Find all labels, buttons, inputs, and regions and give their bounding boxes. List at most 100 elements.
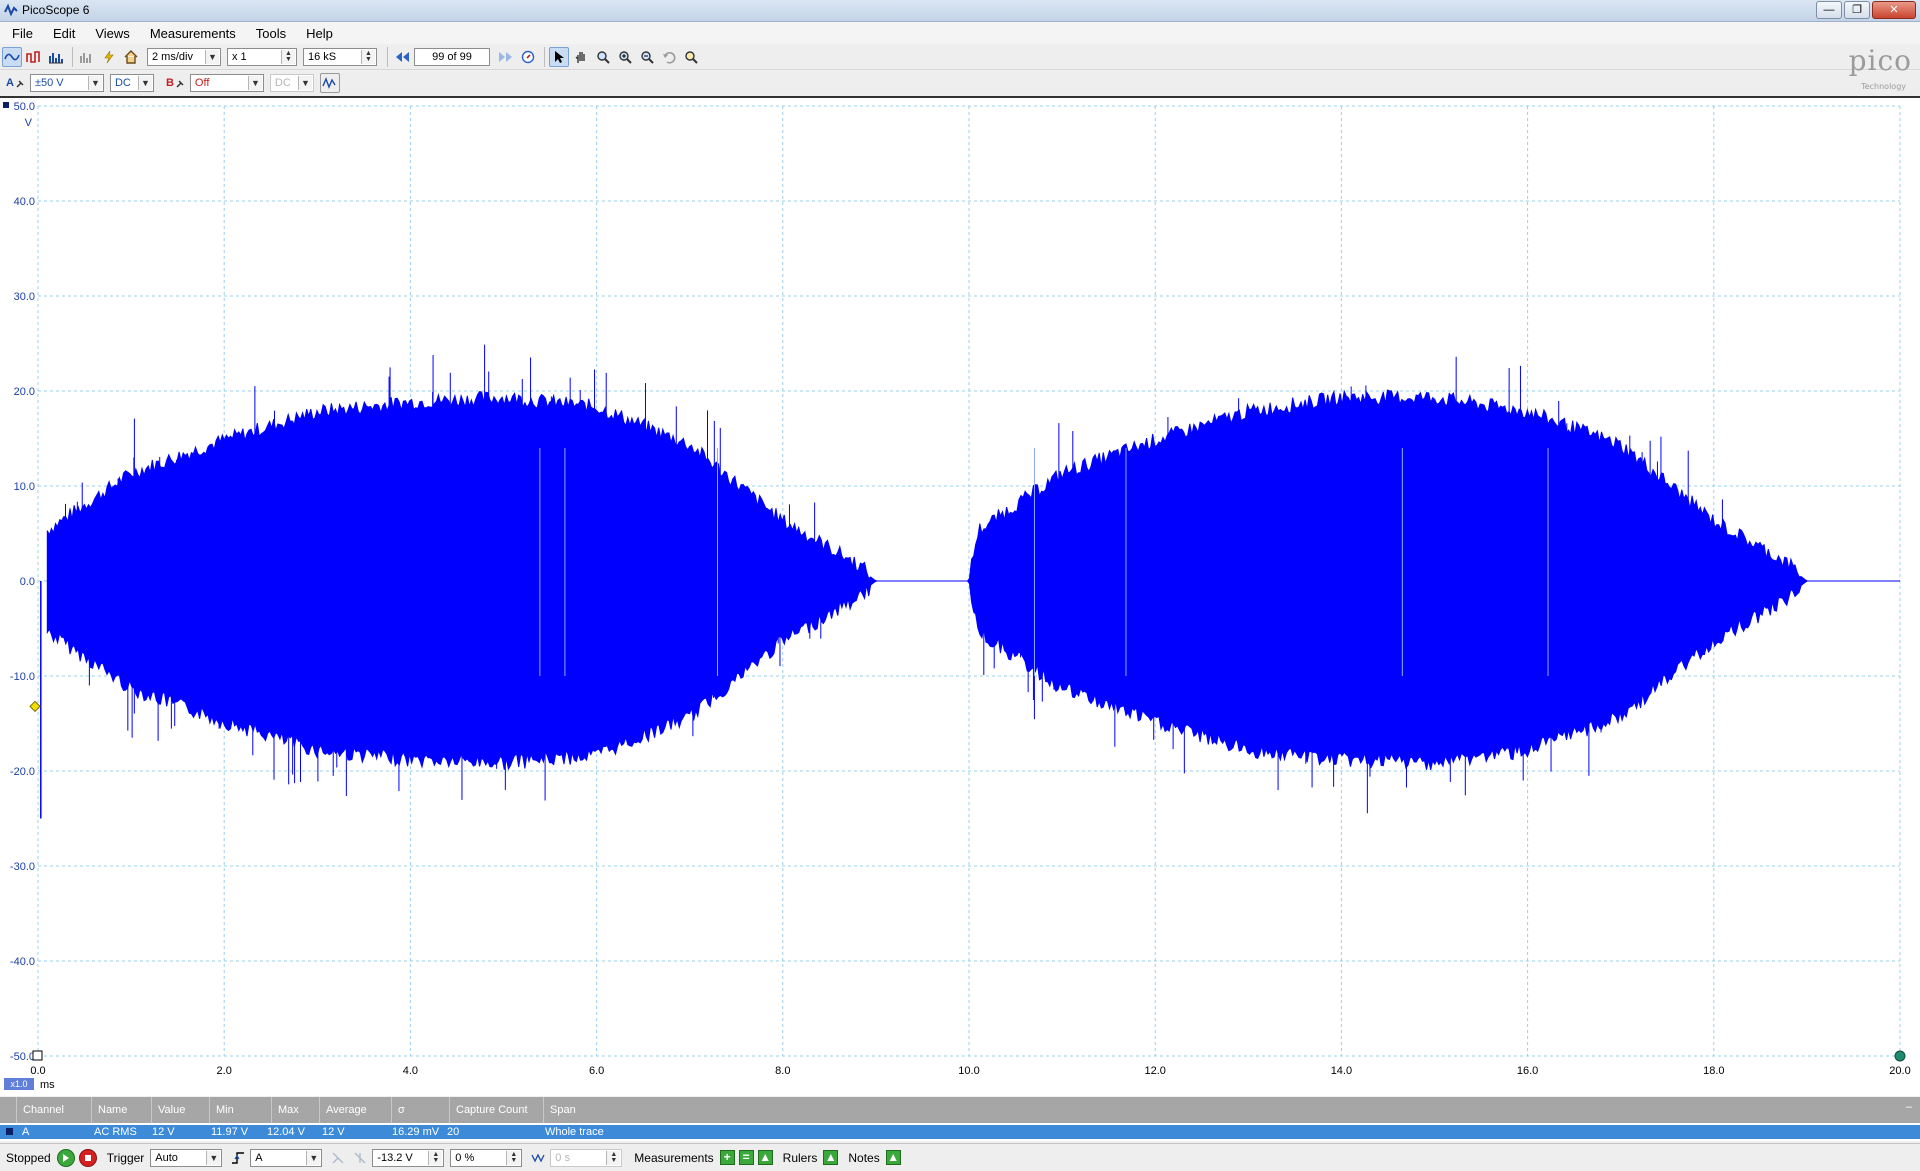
chevron-down-icon: ▼ <box>137 76 152 90</box>
table-row[interactable]: A AC RMS 12 V 11.97 V 12.04 V 12 V 16.29… <box>0 1125 1920 1139</box>
trigger-mode-select[interactable]: Auto ▼ <box>150 1148 223 1167</box>
spin-arrows-icon: ▲ ▼ <box>428 1150 443 1165</box>
pico-technology-logo: pico Technology <box>1818 44 1914 92</box>
trigger-level-value: -13.2 V <box>377 1151 413 1164</box>
channel-b-label[interactable]: B <box>166 77 174 89</box>
window-title: PicoScope 6 <box>22 3 90 17</box>
x-tick-label: 16.0 <box>1517 1065 1538 1077</box>
channel-a-options-icon[interactable] <box>16 78 26 88</box>
y-tick-label: 0.0 <box>20 576 35 588</box>
chevron-down-icon: ▼ <box>247 76 262 90</box>
channel-b-coupling-select[interactable]: DC ▼ <box>269 74 314 92</box>
restore-button[interactable]: ❐ <box>1844 1 1870 19</box>
cell-value: 12 V <box>152 1126 175 1138</box>
home-icon <box>124 50 138 64</box>
x-tick-label: 12.0 <box>1144 1065 1165 1077</box>
plus-icon: + <box>723 1150 731 1164</box>
spectrum-mode-button[interactable] <box>46 47 66 67</box>
trigger-edge-button[interactable] <box>228 1148 248 1168</box>
pointer-tool-button[interactable] <box>549 47 569 67</box>
post-trigger-delay-button[interactable] <box>528 1148 548 1168</box>
col-value[interactable]: Value <box>151 1097 209 1123</box>
y-tick-label: -20.0 <box>10 766 35 778</box>
menu-tools[interactable]: Tools <box>248 26 294 41</box>
zoom-fit-icon <box>685 51 698 64</box>
zoom-region-button[interactable] <box>593 47 613 67</box>
trigger-source-select[interactable]: A ▼ <box>250 1148 323 1167</box>
cell-average: 12 V <box>322 1126 345 1138</box>
edit-measurement-button[interactable]: = <box>738 1150 754 1165</box>
close-button[interactable]: ✕ <box>1872 1 1916 19</box>
hand-tool-button[interactable] <box>571 47 591 67</box>
col-capture-count[interactable]: Capture Count <box>449 1097 543 1123</box>
auto-setup-button[interactable] <box>99 47 119 67</box>
channel-a-axis-marker <box>3 102 9 108</box>
buffer-overview-button[interactable] <box>518 47 538 67</box>
channel-options-button[interactable] <box>77 47 97 67</box>
up-arrow-icon: ▲ <box>824 1150 837 1164</box>
math-channels-button[interactable] <box>319 73 340 93</box>
next-buffer-button[interactable] <box>496 47 516 67</box>
advanced-trigger-button[interactable] <box>328 1148 348 1168</box>
logo-wordmark: pico <box>1848 44 1912 77</box>
stop-button[interactable] <box>78 1148 97 1167</box>
delay-spinner[interactable]: 0 s ▲ ▼ <box>550 1148 623 1167</box>
stop-icon <box>84 1154 91 1161</box>
add-measurement-button[interactable]: + <box>719 1150 735 1165</box>
y-tick-label: -30.0 <box>10 861 35 873</box>
trigger-level-spinner[interactable]: -13.2 V ▲ ▼ <box>372 1148 445 1167</box>
channel-a-coupling-select[interactable]: DC ▼ <box>109 74 154 92</box>
x-tick-label: 2.0 <box>217 1065 232 1077</box>
zoom-in-button[interactable] <box>615 47 635 67</box>
pointer-icon <box>555 51 564 63</box>
start-button[interactable] <box>56 1148 75 1167</box>
menu-measurements[interactable]: Measurements <box>142 26 244 41</box>
channel-b-range-select[interactable]: Off ▼ <box>189 74 264 92</box>
channel-a-range-value: ±50 V <box>34 77 64 89</box>
menu-file[interactable]: File <box>4 26 41 41</box>
capture-state: Stopped <box>6 1150 51 1165</box>
buffer-navigator[interactable]: 99 of 99 <box>414 48 490 66</box>
waveform-chart[interactable]: 50.0 40.0 30.0 20.0 10.0 0.0 -10.0 -20.0 -30.0 -4… <box>0 98 1920 1096</box>
zoom-factor-spinner[interactable]: x 1 ▲ ▼ <box>227 48 297 66</box>
menu-edit[interactable]: Edit <box>45 26 83 41</box>
rewind-icon <box>396 52 409 62</box>
delay-icon <box>531 1153 545 1162</box>
minimize-button[interactable]: — <box>1816 1 1842 19</box>
channel-a-range-select[interactable]: ±50 V ▼ <box>29 74 104 92</box>
x-unit-label: ms <box>40 1079 55 1091</box>
col-min[interactable]: Min <box>209 1097 271 1123</box>
channel-a-label[interactable]: A <box>6 77 14 89</box>
scope-view[interactable]: 50.0 40.0 30.0 20.0 10.0 0.0 -10.0 -20.0 -30.0 -4… <box>0 96 1920 1096</box>
collapse-panel-icon[interactable]: – <box>1906 1101 1912 1113</box>
col-average[interactable]: Average <box>319 1097 391 1123</box>
timebase-select[interactable]: 2 ms/div ▼ <box>147 48 221 66</box>
delete-measurement-button[interactable]: ▲ <box>757 1150 773 1165</box>
col-max[interactable]: Max <box>271 1097 319 1123</box>
channel-b-options-icon[interactable] <box>176 78 186 88</box>
persistence-mode-button[interactable] <box>24 47 44 67</box>
trigger-pulse-button[interactable] <box>350 1148 370 1168</box>
advanced-trigger-icon <box>332 1152 344 1163</box>
col-channel[interactable]: Channel <box>16 1097 91 1123</box>
menu-help[interactable]: Help <box>298 26 341 41</box>
col-span[interactable]: Span <box>543 1097 1903 1123</box>
col-name[interactable]: Name <box>91 1097 151 1123</box>
zoom-to-fit-button[interactable] <box>681 47 701 67</box>
spin-arrows-icon: ▲ ▼ <box>281 50 295 64</box>
zoom-out-button[interactable] <box>637 47 657 67</box>
menu-views[interactable]: Views <box>87 26 137 41</box>
first-buffer-button[interactable] <box>392 47 412 67</box>
buffer-position: 99 of 99 <box>432 51 472 63</box>
pre-trigger-spinner[interactable]: 0 % ▲ ▼ <box>450 1148 523 1167</box>
notes-button[interactable]: ▲ <box>885 1150 901 1165</box>
col-sigma[interactable]: σ <box>391 1097 449 1123</box>
main-toolbar: 2 ms/div ▼ x 1 ▲ ▼ 16 kS ▲ ▼ 99 of 99 <box>0 45 1920 70</box>
rulers-button[interactable]: ▲ <box>823 1150 839 1165</box>
samples-spinner[interactable]: 16 kS ▲ ▼ <box>303 48 377 66</box>
scope-mode-button[interactable] <box>2 47 22 67</box>
measurements-header: Channel Name Value Min Max Average σ Cap… <box>0 1097 1920 1123</box>
default-setup-button[interactable] <box>121 47 141 67</box>
undo-zoom-button[interactable] <box>659 47 679 67</box>
cell-max: 12.04 V <box>267 1126 305 1138</box>
